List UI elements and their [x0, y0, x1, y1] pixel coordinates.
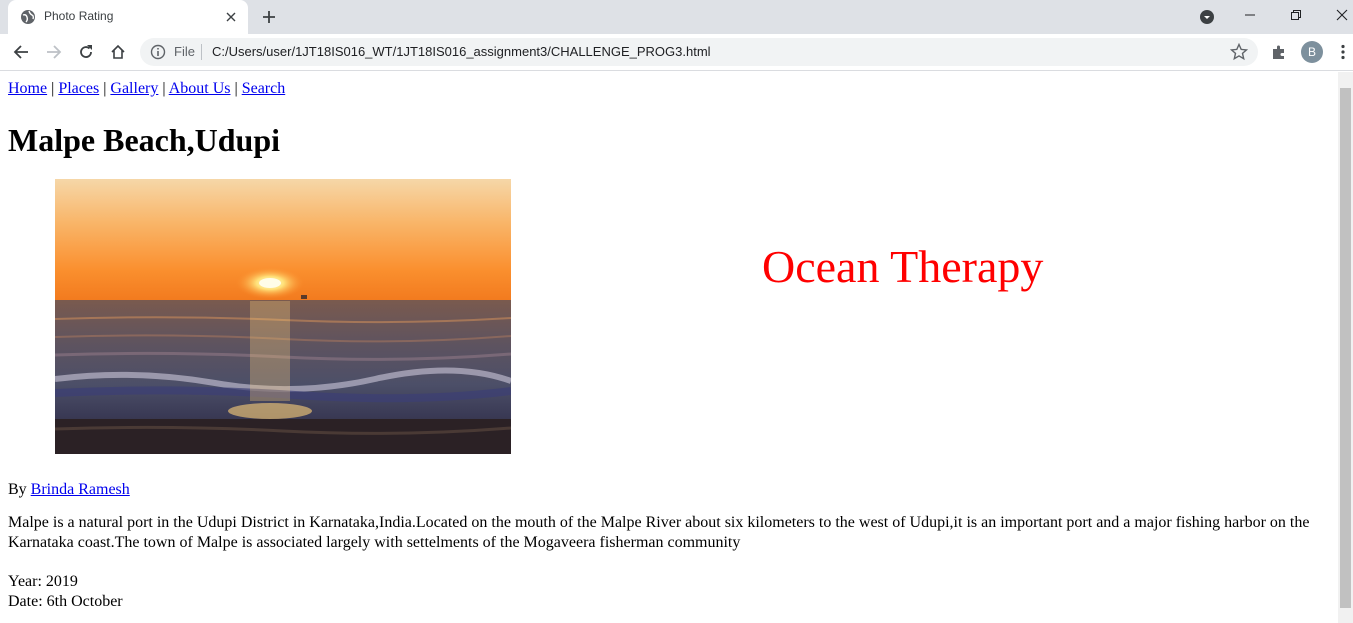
tab-search-icon[interactable] [1197, 7, 1217, 27]
date-text: Date: 6th October [8, 593, 123, 610]
reload-icon[interactable] [73, 39, 99, 65]
minimize-icon[interactable] [1238, 4, 1262, 26]
vertical-scrollbar[interactable] [1338, 72, 1353, 623]
close-tab-icon[interactable] [222, 8, 240, 26]
nav-link-home[interactable]: Home [8, 80, 47, 97]
omnibox-divider [201, 44, 202, 60]
page-title: Malpe Beach,Udupi [8, 122, 281, 158]
nav-link-gallery[interactable]: Gallery [110, 80, 158, 97]
more-menu-icon[interactable] [1334, 41, 1352, 63]
nav-link-places[interactable]: Places [58, 80, 99, 97]
info-icon[interactable] [150, 44, 166, 60]
nav-link-about-us[interactable]: About Us [169, 80, 231, 97]
nav-separator: | [230, 80, 242, 97]
nav-separator: | [47, 80, 59, 97]
extensions-puzzle-icon[interactable] [1268, 41, 1290, 63]
site-nav: Home | Places | Gallery | About Us | Sea… [8, 80, 285, 98]
description-paragraph: Malpe is a natural port in the Udupi Dis… [8, 514, 1310, 551]
year-text: Year: 2019 [8, 573, 78, 590]
tab-strip: Photo Rating [0, 0, 1353, 34]
forward-arrow-icon[interactable] [41, 39, 67, 65]
nav-separator: | [99, 80, 111, 97]
nav-separator: | [158, 80, 169, 97]
nav-link-search[interactable]: Search [242, 80, 286, 97]
window-close-icon[interactable] [1330, 4, 1353, 26]
author-link[interactable]: Brinda Ramesh [31, 481, 130, 498]
tab-title: Photo Rating [44, 9, 114, 23]
browser-toolbar: File C:/Users/user/1JT18IS016_WT/1JT18IS… [0, 34, 1353, 71]
url-text[interactable]: C:/Users/user/1JT18IS016_WT/1JT18IS016_a… [212, 44, 711, 59]
sunset-beach-photo [55, 179, 511, 454]
home-icon[interactable] [105, 39, 131, 65]
back-arrow-icon[interactable] [8, 39, 34, 65]
scrollbar-thumb[interactable] [1340, 88, 1351, 608]
new-tab-icon[interactable] [258, 6, 280, 28]
tagline-text: Ocean Therapy [762, 241, 1044, 292]
by-label: By [8, 481, 27, 498]
globe-icon [21, 10, 35, 24]
byline: By Brinda Ramesh [8, 481, 130, 499]
restore-icon[interactable] [1284, 4, 1308, 26]
url-scheme-label: File [174, 44, 195, 59]
page-viewport: Home | Places | Gallery | About Us | Sea… [0, 72, 1353, 623]
browser-tab[interactable]: Photo Rating [8, 0, 248, 34]
bookmark-star-icon[interactable] [1230, 43, 1248, 61]
profile-avatar[interactable]: B [1301, 41, 1323, 63]
address-bar[interactable]: File C:/Users/user/1JT18IS016_WT/1JT18IS… [140, 38, 1258, 66]
